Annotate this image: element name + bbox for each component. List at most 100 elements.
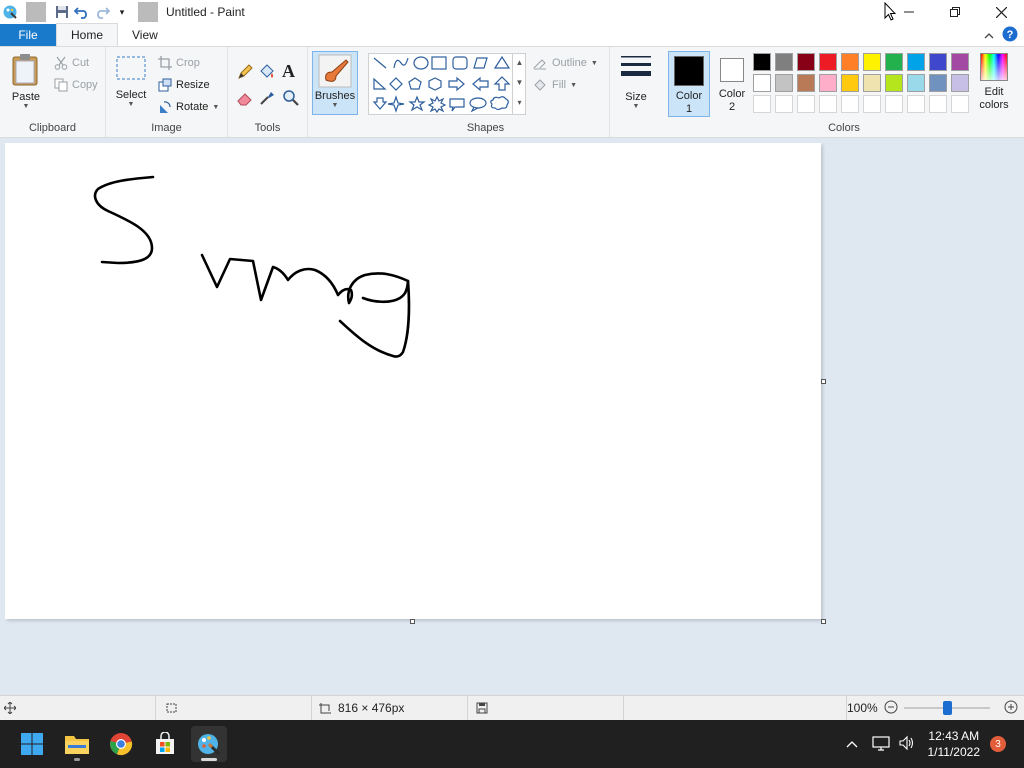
color2-button[interactable]: Color 2 bbox=[712, 51, 752, 117]
undo-icon[interactable] bbox=[72, 2, 92, 22]
resize-handle-corner[interactable] bbox=[821, 619, 826, 624]
tab-home[interactable]: Home bbox=[56, 23, 119, 46]
chrome-button[interactable] bbox=[103, 726, 139, 762]
zoom-out-button[interactable] bbox=[884, 700, 898, 717]
brush-stroke bbox=[93, 175, 155, 265]
cut-button[interactable]: Cut bbox=[54, 54, 89, 72]
color-swatch[interactable] bbox=[797, 74, 815, 92]
color-swatch[interactable] bbox=[841, 74, 859, 92]
network-icon[interactable] bbox=[871, 735, 890, 754]
help-icon[interactable]: ? bbox=[1002, 26, 1018, 45]
paste-dropdown-icon[interactable]: ▼ bbox=[23, 103, 30, 110]
drawing-canvas[interactable] bbox=[5, 143, 821, 619]
custom-color-slot[interactable] bbox=[819, 95, 837, 113]
shapes-gallery[interactable] bbox=[368, 53, 526, 115]
color-swatch[interactable] bbox=[863, 74, 881, 92]
rotate-button[interactable]: Rotate ▼ bbox=[158, 98, 219, 116]
color-swatch[interactable] bbox=[951, 53, 969, 71]
brushes-label: Brushes bbox=[314, 90, 356, 102]
color-swatch[interactable] bbox=[929, 53, 947, 71]
color1-button[interactable]: Color 1 bbox=[668, 51, 710, 117]
eraser-icon[interactable] bbox=[236, 89, 254, 110]
color-swatch[interactable] bbox=[797, 53, 815, 71]
fill-bucket-icon[interactable] bbox=[258, 63, 276, 84]
gallery-expand-icon[interactable]: ▾ bbox=[513, 93, 526, 113]
fill-dropdown-icon[interactable]: ▼ bbox=[570, 82, 577, 89]
color-swatch[interactable] bbox=[907, 74, 925, 92]
copy-button[interactable]: Copy bbox=[54, 76, 98, 94]
brushes-group: Brushes ▼ bbox=[308, 47, 362, 137]
window-title: Untitled - Paint bbox=[166, 5, 245, 19]
custom-color-slot[interactable] bbox=[863, 95, 881, 113]
magnifier-icon[interactable] bbox=[282, 89, 300, 110]
resize-button[interactable]: Resize bbox=[158, 76, 210, 94]
restore-button[interactable] bbox=[932, 0, 978, 24]
select-button[interactable]: Select ▼ bbox=[114, 53, 148, 108]
brushes-button[interactable]: Brushes ▼ bbox=[312, 51, 358, 115]
pencil-icon[interactable] bbox=[236, 63, 254, 84]
clock-time: 12:43 AM bbox=[928, 729, 980, 743]
color-swatch[interactable] bbox=[819, 53, 837, 71]
clock[interactable]: 12:43 AM 1/11/2022 bbox=[928, 728, 981, 760]
collapse-ribbon-icon[interactable] bbox=[984, 29, 994, 43]
outline-button[interactable]: Outline ▼ bbox=[532, 54, 598, 72]
resize-handle-right[interactable] bbox=[821, 379, 826, 384]
notification-badge[interactable]: 3 bbox=[990, 736, 1006, 752]
file-explorer-button[interactable] bbox=[59, 726, 95, 762]
custom-color-slot[interactable] bbox=[775, 95, 793, 113]
brushes-dropdown-icon[interactable]: ▼ bbox=[332, 102, 339, 109]
color-swatch[interactable] bbox=[775, 74, 793, 92]
show-hidden-icons-button[interactable] bbox=[846, 737, 858, 751]
color-swatch[interactable] bbox=[907, 53, 925, 71]
paint-taskbar-button[interactable] bbox=[191, 726, 227, 762]
colors-group: Color 1 Color 2 Edit colors Colors bbox=[664, 47, 1024, 137]
color-swatch[interactable] bbox=[951, 74, 969, 92]
resize-handle-bottom[interactable] bbox=[410, 619, 415, 624]
save-icon[interactable] bbox=[52, 2, 72, 22]
edit-colors-button[interactable]: Edit colors bbox=[974, 53, 1014, 112]
start-button[interactable] bbox=[14, 726, 50, 762]
close-button[interactable] bbox=[978, 0, 1024, 24]
scroll-up-icon[interactable]: ▲ bbox=[513, 53, 526, 73]
scroll-down-icon[interactable]: ▼ bbox=[513, 73, 526, 93]
custom-color-slot[interactable] bbox=[951, 95, 969, 113]
size-dropdown-icon[interactable]: ▼ bbox=[633, 103, 640, 110]
color-swatch[interactable] bbox=[753, 53, 771, 71]
color-swatch[interactable] bbox=[863, 53, 881, 71]
rotate-dropdown-icon[interactable]: ▼ bbox=[212, 104, 219, 111]
store-button[interactable] bbox=[147, 726, 183, 762]
zoom-slider[interactable] bbox=[903, 700, 990, 716]
fill-button[interactable]: Fill ▼ bbox=[532, 76, 577, 94]
shapes-scroll[interactable]: ▲ ▼ ▾ bbox=[512, 53, 526, 115]
color-swatch[interactable] bbox=[753, 74, 771, 92]
paste-button[interactable]: Paste ▼ bbox=[6, 53, 46, 110]
zoom-slider-thumb[interactable] bbox=[942, 701, 952, 715]
crop-button[interactable]: Crop bbox=[158, 54, 200, 72]
color-swatch[interactable] bbox=[885, 74, 903, 92]
color-picker-icon[interactable] bbox=[258, 89, 276, 110]
size-button[interactable]: Size ▼ bbox=[616, 53, 656, 110]
custom-color-slot[interactable] bbox=[929, 95, 947, 113]
tab-file[interactable]: File bbox=[0, 24, 56, 46]
color-swatch[interactable] bbox=[885, 53, 903, 71]
text-tool-icon[interactable]: A bbox=[282, 61, 295, 82]
color-swatch[interactable] bbox=[929, 74, 947, 92]
outline-dropdown-icon[interactable]: ▼ bbox=[591, 60, 598, 67]
resize-label: Resize bbox=[176, 79, 210, 91]
select-dropdown-icon[interactable]: ▼ bbox=[128, 101, 135, 108]
customize-quick-access-icon[interactable]: ▾ bbox=[112, 2, 132, 22]
paint-app-icon[interactable] bbox=[0, 2, 20, 22]
custom-color-slot[interactable] bbox=[753, 95, 771, 113]
custom-color-slot[interactable] bbox=[885, 95, 903, 113]
tab-view[interactable]: View bbox=[118, 24, 172, 46]
color-swatch[interactable] bbox=[775, 53, 793, 71]
custom-color-slot[interactable] bbox=[841, 95, 859, 113]
brush-stroke bbox=[338, 279, 411, 358]
color-swatch[interactable] bbox=[841, 53, 859, 71]
color-swatch[interactable] bbox=[819, 74, 837, 92]
volume-icon[interactable] bbox=[898, 735, 916, 754]
custom-color-slot[interactable] bbox=[797, 95, 815, 113]
zoom-in-button[interactable] bbox=[1004, 700, 1018, 717]
redo-icon[interactable] bbox=[92, 2, 112, 22]
custom-color-slot[interactable] bbox=[907, 95, 925, 113]
